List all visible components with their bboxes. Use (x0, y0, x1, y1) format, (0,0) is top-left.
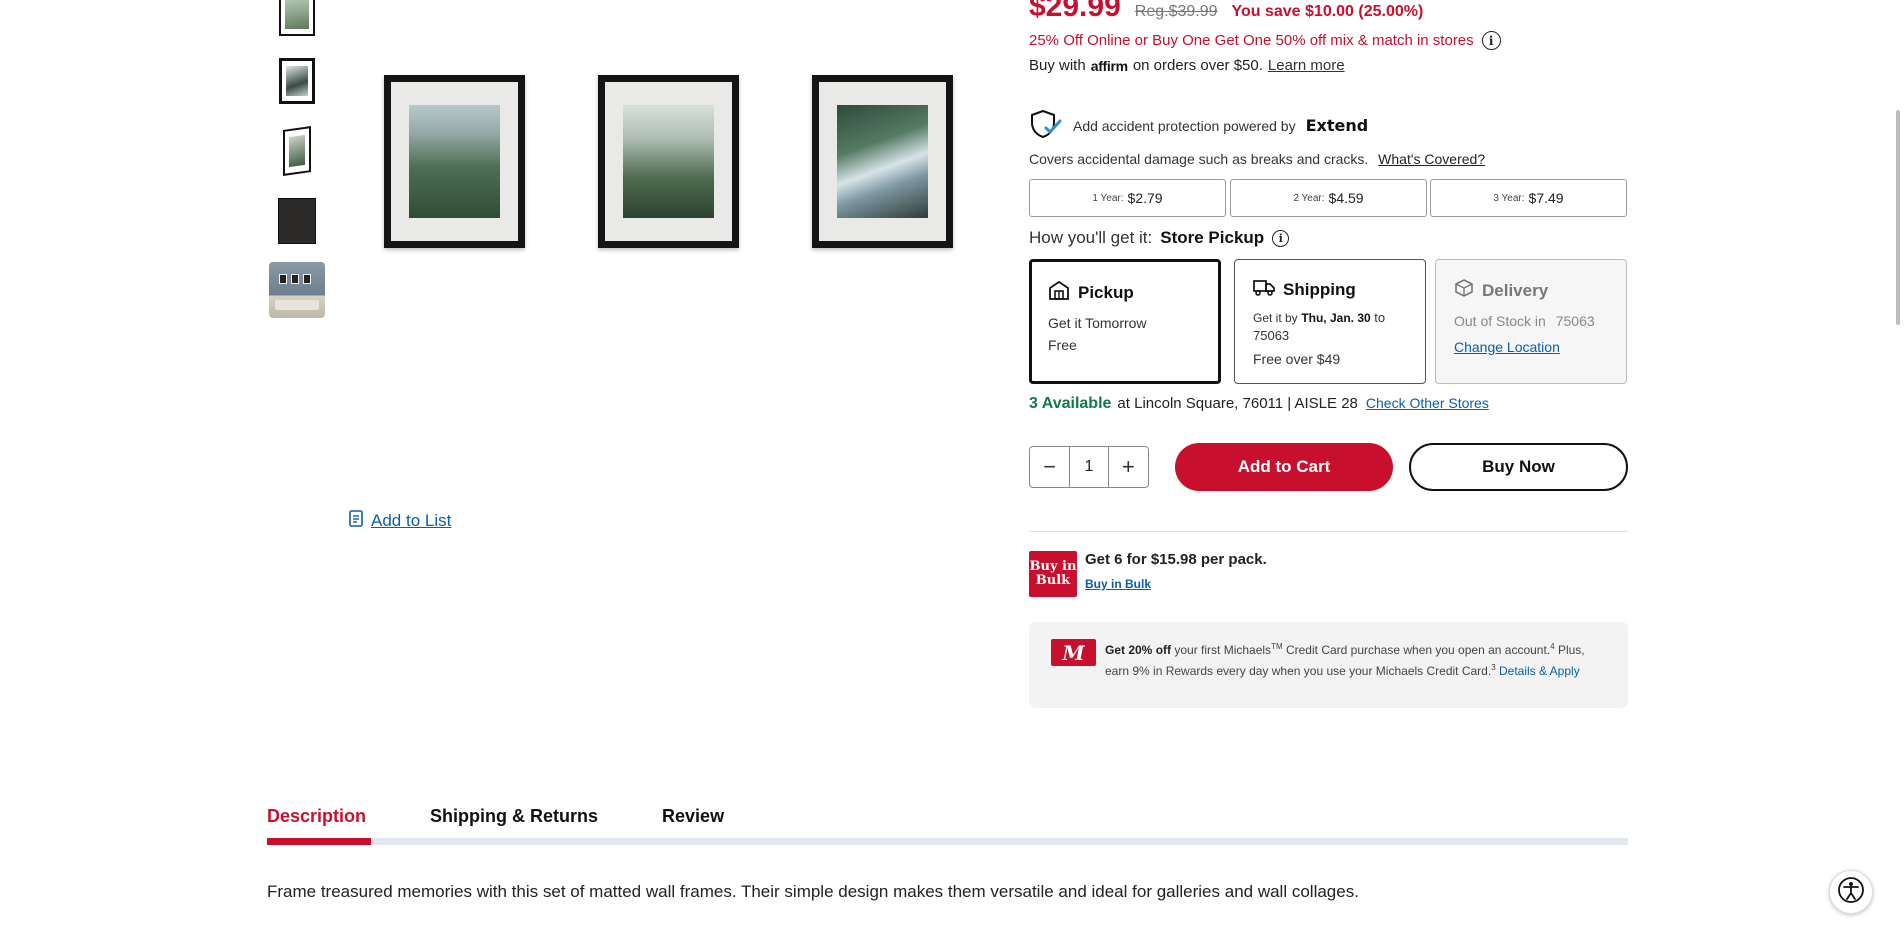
active-tab-indicator (267, 838, 371, 845)
plan-price: $4.59 (1328, 190, 1364, 206)
info-icon[interactable]: i (1481, 31, 1501, 50)
accessibility-icon (1837, 876, 1865, 909)
whats-covered-link[interactable]: What's Covered? (1378, 151, 1485, 167)
thumbnail-5[interactable] (269, 262, 325, 318)
tab-review[interactable]: Review (662, 806, 724, 837)
protection-row: Add accident protection powered by Exten… (1029, 109, 1368, 142)
info-icon[interactable]: i (1272, 229, 1290, 247)
buy-in-bulk-badge: Buy in Bulk (1029, 551, 1077, 597)
plan-term: 2 Year: (1293, 192, 1325, 204)
frame-image-waterfall (812, 75, 953, 248)
frame-image-pines (598, 75, 739, 248)
thumbnail-3[interactable] (269, 123, 325, 179)
delivery-zip: 75063 (1555, 313, 1595, 329)
fulfillment-label: How you'll get it: (1029, 228, 1153, 247)
store-location: at Lincoln Square, 76011 | AISLE 28 (1117, 395, 1358, 412)
available-count: 3 Available (1029, 395, 1112, 412)
box-icon (1454, 278, 1474, 303)
cc-sup1: 4 (1550, 642, 1555, 651)
covers-text: Covers accidental damage such as breaks … (1029, 151, 1485, 167)
add-to-list-button[interactable]: Add to List (349, 510, 451, 532)
pickup-option[interactable]: Pickup Get it Tomorrow Free (1029, 259, 1221, 384)
affirm-logo: affirm (1090, 57, 1128, 74)
credit-card-text: Get 20% off your first MichaelsTM Credit… (1105, 638, 1610, 680)
delivery-title: Delivery (1482, 280, 1549, 300)
plan-term: 1 Year: (1092, 192, 1124, 204)
bulk-offer-text: Get 6 for $15.98 per pack. (1085, 551, 1267, 568)
shipping-pre: Get it by (1253, 311, 1298, 325)
accessibility-button[interactable] (1829, 870, 1873, 914)
thumbnail-1[interactable] (269, 0, 325, 42)
add-to-list-label[interactable]: Add to List (371, 511, 451, 531)
regular-price: Reg.$39.99 (1134, 3, 1218, 20)
list-icon (349, 510, 363, 532)
delivery-option[interactable]: Delivery Out of Stock in 75063 Change Lo… (1435, 259, 1627, 384)
quantity-stepper: − 1 + (1029, 446, 1149, 488)
availability-row: 3 Available at Lincoln Square, 76011 | A… (1029, 395, 1489, 413)
shipping-date: Thu, Jan. 30 (1301, 311, 1371, 325)
plan-price: $7.49 (1528, 190, 1564, 206)
tab-description[interactable]: Description (267, 806, 366, 837)
affirm-row: Buy with affirm on orders over $50. Lear… (1029, 57, 1345, 74)
tab-shipping-returns[interactable]: Shipping & Returns (430, 806, 598, 837)
affirm-suffix: on orders over $50. (1132, 57, 1263, 74)
divider (1029, 531, 1628, 532)
thumbnail-2[interactable] (269, 53, 325, 109)
credit-card-icon: M (1051, 639, 1096, 666)
affirm-prefix: Buy with (1029, 57, 1086, 74)
store-icon (1048, 280, 1070, 305)
frame-image-mountain (384, 75, 525, 248)
fulfillment-selected: Store Pickup (1160, 228, 1265, 247)
check-other-stores-link[interactable]: Check Other Stores (1366, 395, 1489, 411)
covers-label: Covers accidental damage such as breaks … (1029, 151, 1369, 167)
truck-icon (1253, 278, 1275, 301)
increase-quantity-button[interactable]: + (1109, 447, 1148, 487)
plan-price: $2.79 (1127, 190, 1163, 206)
pickup-cost: Free (1048, 337, 1077, 353)
shipping-to: to (1374, 310, 1386, 325)
add-to-cart-button[interactable]: Add to Cart (1175, 443, 1393, 491)
cc-tm: TM (1271, 642, 1283, 651)
plan-2-year[interactable]: 2 Year: $4.59 (1230, 179, 1427, 217)
plan-term: 3 Year: (1493, 192, 1525, 204)
change-location-link[interactable]: Change Location (1454, 339, 1560, 355)
scrollbar-thumb[interactable] (1896, 110, 1900, 325)
buy-in-bulk-link[interactable]: Buy in Bulk (1085, 577, 1151, 591)
savings-text: You save $10.00 (25.00%) (1231, 3, 1424, 20)
cc-text1: your first Michaels (1174, 643, 1272, 657)
shipping-free: Free over $49 (1253, 351, 1341, 367)
pickup-when: Get it Tomorrow (1048, 315, 1147, 331)
plan-1-year[interactable]: 1 Year: $2.79 (1029, 179, 1226, 217)
cc-text2: Credit Card purchase when you open an ac… (1285, 643, 1551, 657)
delivery-status: Out of Stock in (1454, 313, 1546, 329)
pickup-title: Pickup (1078, 282, 1134, 302)
product-description: Frame treasured memories with this set o… (267, 882, 1359, 901)
promo-label: 25% Off Online or Buy One Get One 50% of… (1029, 32, 1474, 49)
cc-sup2: 3 (1491, 663, 1496, 672)
price-row: $29.99 Reg.$39.99 You save $10.00 (25.00… (1029, 0, 1423, 24)
shield-icon (1029, 109, 1063, 142)
extend-logo: Extend (1305, 116, 1369, 135)
shipping-title: Shipping (1283, 279, 1356, 299)
product-tabs: Description Shipping & Returns Review (267, 806, 788, 837)
details-apply-link[interactable]: Details & Apply (1499, 664, 1580, 678)
cc-bold: Get 20% off (1105, 643, 1172, 657)
promo-text: 25% Off Online or Buy One Get One 50% of… (1029, 31, 1501, 50)
decrease-quantity-button[interactable]: − (1030, 447, 1069, 487)
fulfillment-heading: How you'll get it: Store Pickup i (1029, 228, 1290, 248)
thumbnail-4[interactable] (269, 193, 325, 249)
buy-now-button[interactable]: Buy Now (1409, 443, 1628, 491)
sale-price: $29.99 (1029, 0, 1121, 23)
quantity-input[interactable]: 1 (1069, 447, 1109, 487)
shipping-zip: 75063 (1253, 328, 1290, 343)
learn-more-link[interactable]: Learn more (1268, 57, 1345, 74)
tab-rail (267, 838, 1628, 845)
plan-3-year[interactable]: 3 Year: $7.49 (1430, 179, 1627, 217)
protection-label: Add accident protection powered by (1073, 117, 1296, 134)
shipping-option[interactable]: Shipping Get it by Thu, Jan. 30 to 75063… (1234, 259, 1426, 384)
